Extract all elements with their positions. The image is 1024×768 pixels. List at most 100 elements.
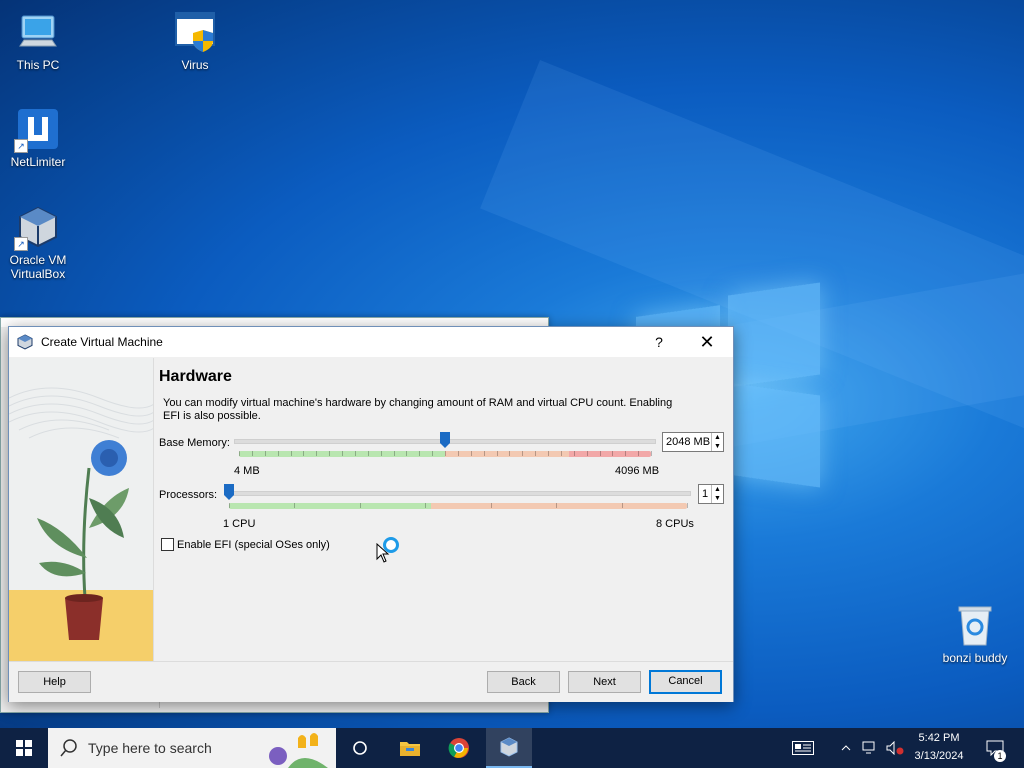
slider-tick — [425, 503, 427, 508]
slider-tick — [277, 451, 279, 456]
base-memory-spinbox[interactable]: 2048 MB ▲ ▼ — [662, 432, 724, 452]
slider-tick — [445, 451, 446, 456]
desktop-icon-virtualbox[interactable]: ↗ Oracle VM VirtualBox — [0, 205, 76, 281]
next-button[interactable]: Next — [568, 671, 641, 693]
slider-tick — [229, 503, 230, 508]
slider-tick — [264, 451, 266, 456]
desktop-icon-netlimiter[interactable]: ↗ NetLimiter — [0, 107, 76, 169]
slider-tick — [329, 451, 331, 456]
slider-tick — [419, 451, 421, 456]
page-description: You can modify virtual machine's hardwar… — [163, 397, 673, 422]
dialog-titlebar[interactable]: Create Virtual Machine ? ✕ — [9, 327, 733, 357]
slider-tick — [560, 451, 562, 456]
search-icon — [60, 739, 77, 757]
taskbar-chrome[interactable] — [437, 728, 481, 768]
news-button[interactable] — [786, 728, 820, 768]
taskbar-virtualbox[interactable] — [486, 728, 532, 768]
virtualbox-icon: ↗ — [14, 205, 60, 251]
start-button[interactable] — [0, 728, 48, 768]
busy-spinner-icon — [383, 537, 399, 553]
slider-tick — [354, 451, 356, 456]
slider-tick — [470, 451, 472, 456]
base-memory-max-label: 4096 MB — [615, 465, 660, 477]
task-view-button[interactable] — [338, 728, 382, 768]
shield-window-icon — [173, 10, 217, 54]
desktop-icon-label: Virus — [181, 58, 209, 72]
network-button[interactable] — [860, 728, 880, 768]
slider-tick — [625, 451, 627, 456]
desktop-icon-label: NetLimiter — [10, 155, 66, 169]
desktop-icon-this-pc[interactable]: This PC — [0, 10, 76, 72]
chevron-up-icon — [841, 745, 851, 751]
slider-tick — [612, 451, 614, 456]
processors-value: 1 — [702, 488, 709, 500]
virtualbox-icon — [17, 334, 33, 350]
slider-tick — [432, 451, 434, 456]
dialog-footer: Help Back Next Cancel — [9, 661, 733, 702]
spinbox-arrows-icon[interactable]: ▲ ▼ — [711, 485, 723, 503]
shortcut-arrow-icon: ↗ — [14, 139, 28, 153]
back-button[interactable]: Back — [487, 671, 560, 693]
action-center-button[interactable]: 1 — [978, 728, 1012, 768]
processors-slider-track[interactable] — [225, 491, 691, 496]
volume-button[interactable] — [884, 728, 906, 768]
enable-efi-checkbox[interactable] — [161, 538, 174, 551]
help-button[interactable]: Help — [18, 671, 91, 693]
enable-efi-label[interactable]: Enable EFI (special OSes only) — [177, 539, 330, 551]
flowers-search-highlight-icon — [269, 733, 328, 768]
slider-tick — [490, 503, 492, 508]
search-placeholder: Type here to search — [88, 740, 212, 756]
windows-start-icon — [16, 740, 32, 756]
task-view-icon — [353, 741, 367, 755]
news-icon — [792, 741, 814, 755]
slider-tick — [586, 451, 588, 456]
slider-tick — [638, 451, 640, 456]
processors-spinbox[interactable]: 1 ▲ ▼ — [698, 484, 724, 504]
slider-tick — [496, 451, 498, 456]
slider-tick — [316, 451, 318, 456]
desktop-icon-virus[interactable]: Virus — [157, 10, 233, 72]
taskbar: Type here to search 5:42 PM 3/13/2024 1 — [0, 728, 1024, 768]
slider-tick — [556, 503, 558, 508]
slider-tick — [342, 451, 343, 456]
clock-time[interactable]: 5:42 PM — [908, 732, 970, 744]
chrome-icon — [448, 738, 469, 758]
taskbar-search-box[interactable]: Type here to search — [48, 728, 336, 768]
processors-max-label: 8 CPUs — [656, 518, 694, 530]
page-title: Hardware — [159, 368, 232, 385]
processors-slider-thumb[interactable] — [224, 484, 234, 500]
slider-tick — [483, 451, 485, 456]
create-vm-dialog: Create Virtual Machine ? ✕ Hardware You … — [8, 326, 734, 702]
slider-tick — [251, 451, 253, 456]
slider-tick — [522, 451, 524, 456]
taskbar-file-explorer[interactable] — [388, 728, 432, 768]
desktop-icon-bonzi-buddy[interactable]: bonzi buddy — [937, 603, 1013, 665]
slider-tick — [290, 451, 292, 456]
spinbox-arrows-icon[interactable]: ▲ ▼ — [711, 433, 723, 451]
slider-tick — [548, 451, 549, 456]
netlimiter-icon: ↗ — [14, 107, 60, 153]
slider-tick — [573, 451, 575, 456]
cancel-button[interactable]: Cancel — [649, 670, 722, 694]
network-icon — [862, 741, 875, 754]
slider-tick — [621, 503, 623, 508]
slider-tick — [509, 451, 511, 456]
slider-tick — [380, 451, 382, 456]
base-memory-label: Base Memory: — [159, 437, 230, 449]
close-icon[interactable]: ✕ — [685, 327, 729, 357]
slider-tick — [406, 451, 408, 456]
slider-tick — [687, 503, 688, 508]
dialog-title: Create Virtual Machine — [41, 335, 163, 349]
base-memory-slider-thumb[interactable] — [440, 432, 450, 448]
processors-scale — [229, 503, 688, 509]
tray-overflow-button[interactable] — [838, 728, 854, 768]
clock-date[interactable]: 3/13/2024 — [908, 750, 970, 762]
processors-min-label: 1 CPU — [223, 518, 256, 530]
wizard-content: Hardware You can modify virtual machine'… — [159, 358, 729, 658]
slider-tick — [651, 451, 652, 456]
notification-badge: 1 — [994, 750, 1006, 762]
shortcut-arrow-icon: ↗ — [14, 237, 28, 251]
slider-tick — [303, 451, 305, 456]
help-icon[interactable]: ? — [645, 327, 673, 357]
slider-tick — [294, 503, 296, 508]
